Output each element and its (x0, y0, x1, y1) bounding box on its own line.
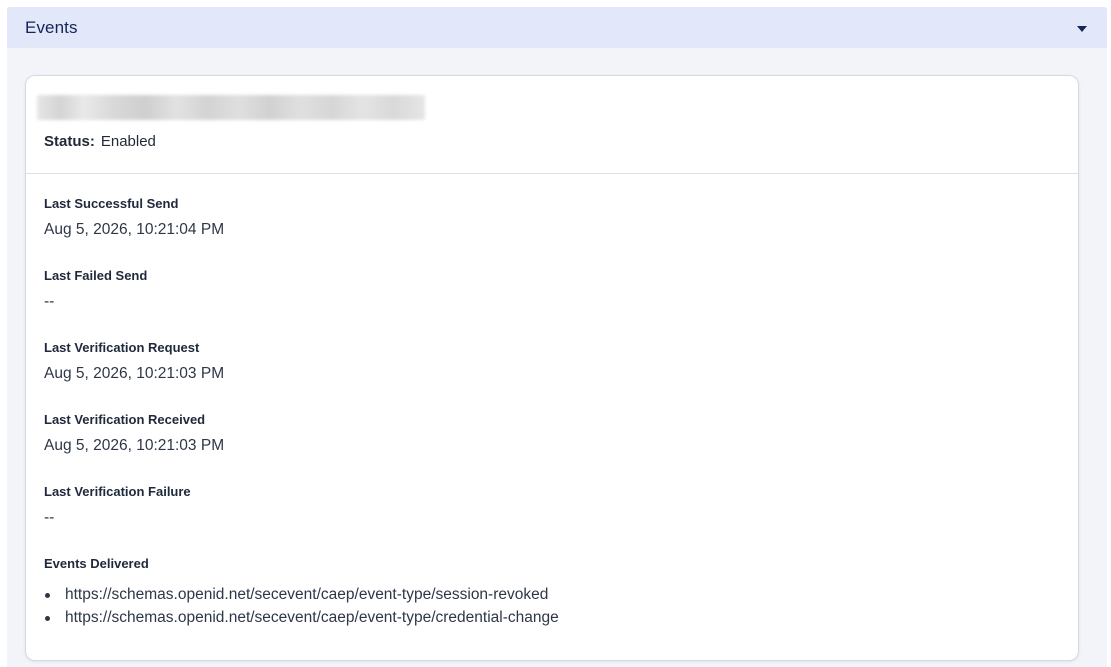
event-type-url: https://schemas.openid.net/secevent/caep… (65, 609, 559, 626)
field-label: Last Verification Failure (44, 484, 191, 499)
field-last-successful-send: Last Successful Send Aug 5, 2026, 10:21:… (44, 196, 1060, 268)
events-panel-header[interactable]: Events (7, 7, 1107, 48)
field-value: Aug 5, 2026, 10:21:03 PM (44, 437, 225, 454)
field-value: -- (44, 509, 55, 526)
card-body: Last Successful Send Aug 5, 2026, 10:21:… (26, 174, 1078, 629)
list-item: https://schemas.openid.net/secevent/caep… (44, 583, 1060, 606)
event-stream-card: Status: Enabled Last Successful Send Aug … (25, 75, 1079, 661)
field-label: Last Verification Received (44, 412, 206, 427)
bullet-icon (45, 593, 50, 598)
field-last-verification-request: Last Verification Request Aug 5, 2026, 1… (44, 340, 1060, 412)
status-label: Status: (44, 133, 95, 150)
field-label: Last Successful Send (44, 196, 179, 211)
field-label: Last Verification Request (44, 340, 200, 355)
field-last-verification-failure: Last Verification Failure -- (44, 484, 1060, 556)
card-header: Status: Enabled (26, 76, 1078, 174)
events-panel: Events Status: Enabled Last Successful Se… (7, 7, 1107, 667)
field-events-delivered: Events Delivered https://schemas.openid.… (44, 556, 1060, 629)
caret-down-icon[interactable] (1077, 25, 1087, 32)
list-item: https://schemas.openid.net/secevent/caep… (44, 606, 1060, 629)
field-last-verification-received: Last Verification Received Aug 5, 2026, … (44, 412, 1060, 484)
field-label: Last Failed Send (44, 268, 148, 283)
field-value: -- (44, 293, 55, 310)
field-value: Aug 5, 2026, 10:21:04 PM (44, 221, 225, 238)
redacted-stream-name (37, 95, 425, 120)
field-value: Aug 5, 2026, 10:21:03 PM (44, 365, 225, 382)
field-last-failed-send: Last Failed Send -- (44, 268, 1060, 340)
panel-title: Events (25, 17, 78, 37)
status-row: Status: Enabled (44, 133, 156, 150)
event-type-url: https://schemas.openid.net/secevent/caep… (65, 586, 549, 603)
bullet-icon (45, 616, 50, 621)
events-delivered-list: https://schemas.openid.net/secevent/caep… (44, 583, 1060, 629)
status-value: Enabled (100, 133, 156, 150)
field-label: Events Delivered (44, 556, 149, 571)
